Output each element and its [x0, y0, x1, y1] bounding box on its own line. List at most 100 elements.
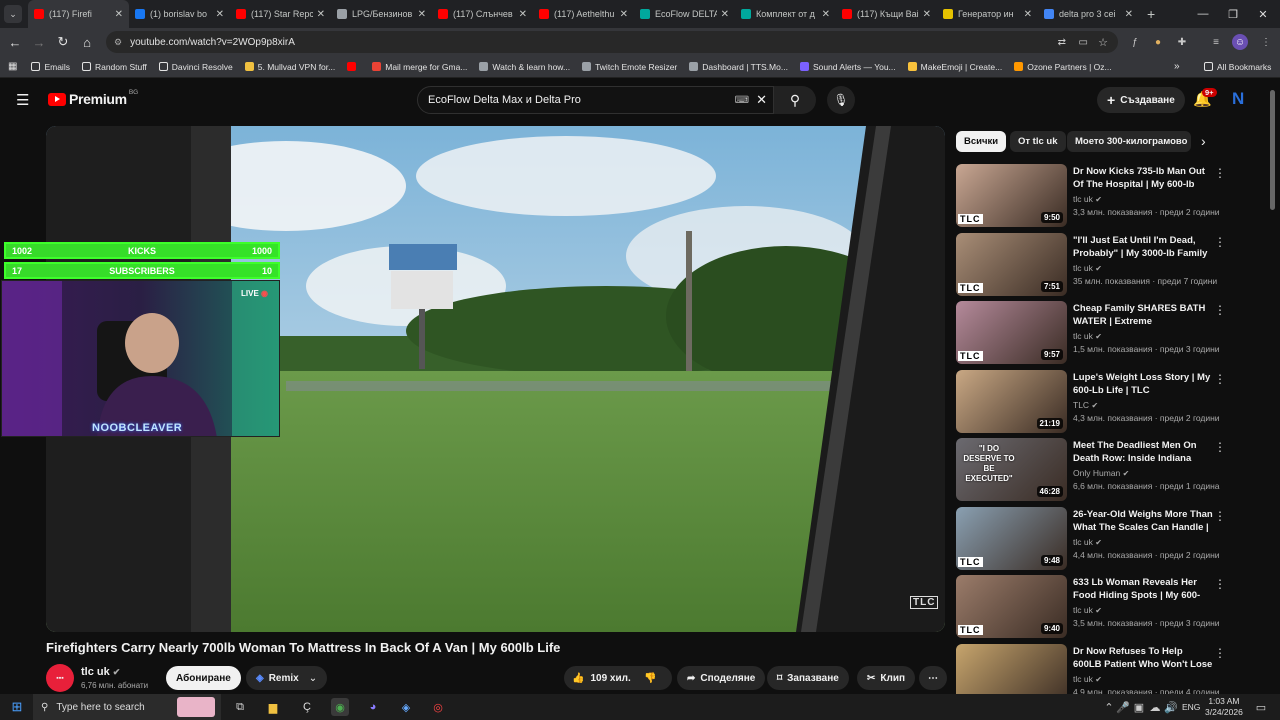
bookmark-item[interactable]: Ozone Partners | Oz... [1014, 62, 1112, 72]
back-icon[interactable]: ← [3, 30, 27, 54]
recommendation-item[interactable]: "I DO DESERVE TO BE EXECUTED" 46:28 Meet T… [956, 438, 1256, 502]
bookmark-item[interactable]: Davinci Resolve [158, 62, 233, 72]
recommendation-item[interactable]: 21:19 Lupe's Weight Loss Story | My 600-L… [956, 369, 1256, 434]
browser-tab[interactable]: (117) Слънчев ✕ [432, 0, 533, 28]
bookmark-item[interactable]: Sound Alerts — You... [799, 62, 896, 72]
chip-related[interactable]: Моето 300-килограмово [1067, 131, 1191, 152]
close-window-icon[interactable]: ✕ [1246, 0, 1280, 28]
tab-close-icon[interactable]: ✕ [418, 9, 426, 20]
video-thumbnail[interactable]: "I DO DESERVE TO BE EXECUTED" 46:28 [956, 438, 1067, 501]
address-bar[interactable]: ⚙ youtube.com/watch?v=2WOp9p8xirA ⇄ ▭ ☆ [106, 31, 1118, 53]
video-title[interactable]: Dr Now Kicks 735-lb Man Out Of The Hospi… [1073, 165, 1213, 192]
video-title[interactable]: 633 Lb Woman Reveals Her Food Hiding Spo… [1073, 576, 1213, 603]
save-button[interactable]: ⌑ Запазване [767, 666, 849, 690]
browser-tab[interactable]: Генератор ин ✕ [937, 0, 1038, 28]
extension-icon[interactable]: ● [1150, 34, 1166, 50]
voice-search-button[interactable]: 🎙 [827, 86, 855, 114]
more-options-icon[interactable]: ⋮ [1214, 440, 1226, 454]
video-title[interactable]: Meet The Deadliest Men On Death Row: Ins… [1073, 439, 1213, 466]
tab-close-icon[interactable]: ✕ [1024, 9, 1032, 20]
video-title[interactable]: 26-Year-Old Weighs More Than What The Sc… [1073, 508, 1213, 535]
bookmark-item[interactable] [347, 62, 360, 72]
more-options-icon[interactable]: ⋮ [1214, 303, 1226, 317]
bookmark-item[interactable]: Random Stuff [81, 62, 147, 72]
video-thumbnail[interactable]: 21:19 [956, 369, 1067, 433]
tab-close-icon[interactable]: ✕ [216, 9, 224, 20]
more-options-icon[interactable]: ⋮ [1214, 646, 1226, 660]
browser-tab[interactable]: (117) Aethelthu ✕ [533, 0, 634, 28]
account-avatar[interactable]: N [1232, 89, 1248, 109]
video-thumbnail[interactable]: TLC 9:40 [956, 575, 1067, 638]
video-title[interactable]: Lupe's Weight Loss Story | My 600-Lb Lif… [1073, 371, 1213, 397]
chrome-icon[interactable]: ◉ [331, 698, 349, 716]
discord-icon[interactable]: ◕ [364, 698, 382, 716]
more-options-icon[interactable]: ⋮ [1214, 577, 1226, 591]
bookmark-item[interactable]: Watch & learn how... [479, 62, 570, 72]
clear-search-icon[interactable]: ✕ [756, 92, 767, 108]
tab-close-icon[interactable]: ✕ [1125, 9, 1133, 20]
channel-row[interactable]: TLC ✔ [1073, 400, 1098, 410]
recommendation-item[interactable]: TLC 9:57 Cheap Family SHARES BATH WATER | … [956, 301, 1256, 365]
more-options-icon[interactable]: ⋮ [1214, 372, 1226, 386]
puzzle-icon[interactable]: ✚ [1174, 34, 1190, 50]
channel-row[interactable]: tlc uk ✔ [1073, 674, 1102, 684]
restore-icon[interactable]: ❐ [1216, 0, 1250, 28]
tab-close-icon[interactable]: ✕ [317, 9, 325, 20]
recommendation-item[interactable]: TLC 9:48 26-Year-Old Weighs More Than What… [956, 506, 1256, 571]
video-title[interactable]: "I'll Just Eat Until I'm Dead, Probably"… [1073, 234, 1213, 260]
share-button[interactable]: ➦ Споделяне [677, 666, 766, 690]
taskbar-search[interactable]: ⚲ Type here to search [33, 694, 221, 720]
site-info-icon[interactable]: ⚙ [114, 37, 122, 48]
bookmark-item[interactable]: Dashboard | TTS.Mo... [689, 62, 788, 72]
notification-center-icon[interactable]: ▭ [1252, 698, 1270, 716]
page-scrollbar[interactable] [1270, 90, 1275, 210]
channel-name-row[interactable]: tlc uk ✔ [81, 666, 120, 678]
video-title[interactable]: Cheap Family SHARES BATH WATER | Extreme… [1073, 302, 1213, 329]
tab-search-button[interactable]: ⌄ [4, 5, 22, 23]
browser-tab[interactable]: EcoFlow DELTA ✕ [634, 0, 735, 28]
profile-avatar[interactable]: ☺ [1232, 34, 1248, 50]
browser-tab[interactable]: delta pro 3 ceі ✕ [1038, 0, 1139, 28]
forward-icon[interactable]: → [27, 30, 51, 54]
recommendation-item[interactable]: TLC 7:51 "I'll Just Eat Until I'm Dead, Pr… [956, 232, 1256, 297]
bookmark-item[interactable]: Mail merge for Gma... [372, 62, 467, 72]
new-tab-button[interactable]: + [1147, 6, 1155, 22]
chips-next-icon[interactable]: › [1201, 133, 1206, 149]
volume-tray-icon[interactable]: 🔊 [1162, 698, 1180, 716]
browser-tab[interactable]: (117) Firefi ✕ [28, 0, 129, 28]
home-icon[interactable]: ⌂ [75, 30, 99, 54]
start-windows-icon[interactable]: ⊞ [8, 698, 26, 716]
tab-close-icon[interactable]: ✕ [721, 9, 729, 20]
chip-all[interactable]: Всички [956, 131, 1007, 152]
hamburger-menu-icon[interactable]: ☰ [16, 91, 29, 109]
steam-icon[interactable]: ◈ [397, 698, 415, 716]
video-thumbnail[interactable]: TLC 9:57 [956, 301, 1067, 364]
channel-row[interactable]: Only Human ✔ [1073, 468, 1129, 478]
dislike-icon[interactable]: 👎 [644, 673, 656, 684]
browser-tab[interactable]: (1) borislav bo ✕ [129, 0, 230, 28]
tab-close-icon[interactable]: ✕ [923, 9, 931, 20]
channel-row[interactable]: tlc uk ✔ [1073, 263, 1102, 273]
bookmark-star-icon[interactable]: ☆ [1098, 36, 1108, 49]
apps-grid-icon[interactable]: ▦ [8, 61, 17, 72]
remix-dropdown-icon[interactable]: ⌄ [309, 673, 317, 684]
channel-row[interactable]: tlc uk ✔ [1073, 331, 1102, 341]
more-options-icon[interactable]: ⋮ [1214, 166, 1226, 180]
clip-button[interactable]: ✂ Клип [857, 666, 916, 690]
bookmark-item[interactable]: Twitch Emote Resizer [582, 62, 677, 72]
minimize-icon[interactable]: — [1186, 0, 1220, 28]
all-bookmarks-folder[interactable]: All Bookmarks [1204, 62, 1271, 72]
file-explorer-icon[interactable]: ▆ [264, 698, 282, 716]
search-button[interactable]: ⚲ [774, 86, 816, 114]
tab-close-icon[interactable]: ✕ [115, 9, 123, 20]
translate-icon[interactable]: ⇄ [1058, 37, 1066, 48]
recommendation-item[interactable]: TLC 9:40 633 Lb Woman Reveals Her Food Hid… [956, 575, 1256, 639]
bookmark-item[interactable]: MakeEmoji | Create... [907, 62, 1002, 72]
bookmark-item[interactable]: 5. Mullvad VPN for... [244, 62, 335, 72]
like-count[interactable]: 109 хил. [590, 673, 630, 684]
youtube-logo[interactable]: Premium BG [48, 89, 138, 107]
like-icon[interactable]: 👍 [572, 673, 584, 684]
more-options-icon[interactable]: ⋮ [1214, 509, 1226, 523]
channel-row[interactable]: tlc uk ✔ [1073, 537, 1102, 547]
language-indicator[interactable]: ENG [1182, 702, 1200, 712]
